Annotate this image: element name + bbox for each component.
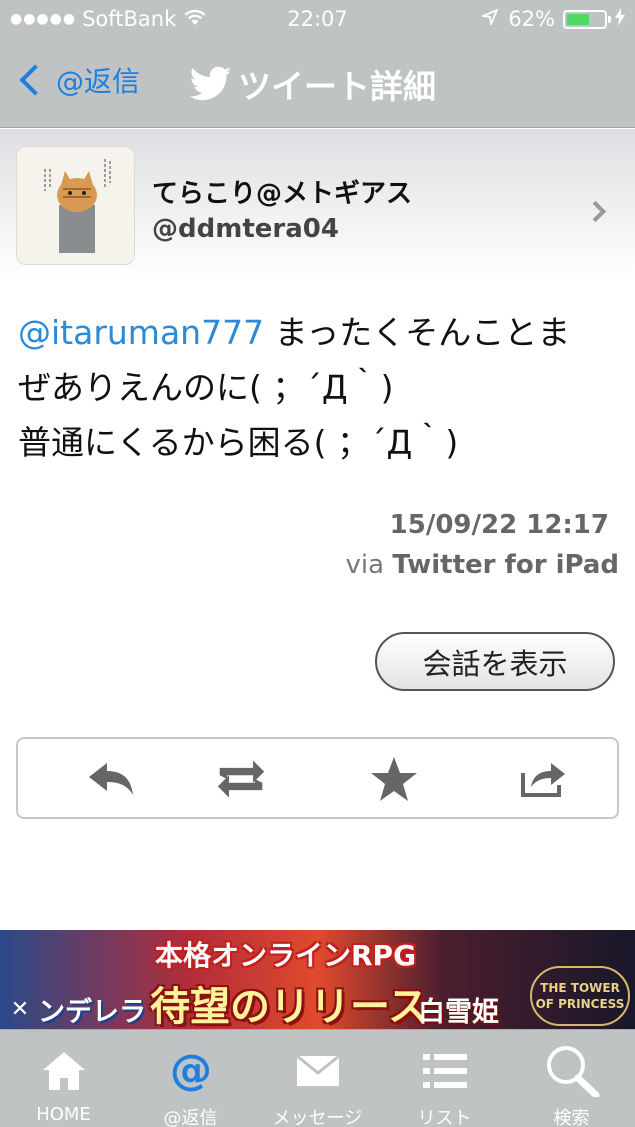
tweet-text-line-3: 普通にくるから困る( ；´Д｀) — [18, 423, 459, 462]
tweet-source: via Twitter for iPad — [346, 550, 619, 580]
tweet-text-line-1: まったくそんことま — [264, 313, 571, 352]
reply-button[interactable] — [86, 755, 136, 803]
share-icon — [521, 763, 565, 797]
tab-home[interactable]: HOME — [0, 1030, 127, 1127]
show-conversation-button[interactable]: 会話を表示 — [375, 632, 615, 691]
battery-info: 62% — [480, 7, 625, 31]
retweet-button[interactable] — [216, 755, 266, 803]
profile-handle: @ddmtera04 — [152, 214, 339, 244]
ad-headline: 本格オンラインRPG — [155, 939, 417, 972]
svg-text:@: @ — [170, 1048, 212, 1094]
battery-level — [567, 13, 590, 25]
mail-icon — [254, 1046, 381, 1096]
advertisement-banner[interactable]: 本格オンラインRPG 待望のリリース ンデレラ 白雪姫 THE TOWER OF… — [0, 930, 635, 1029]
list-icon — [381, 1046, 508, 1096]
chevron-left-icon — [19, 64, 51, 96]
tab-label: リスト — [417, 1108, 472, 1127]
charging-icon — [615, 8, 625, 30]
back-button[interactable]: @返信 — [14, 60, 140, 100]
share-button[interactable] — [518, 755, 568, 803]
location-icon — [480, 7, 500, 30]
favorite-icon — [371, 757, 417, 801]
search-icon — [508, 1046, 635, 1097]
profile-header[interactable]: てらこり@メトギアス @ddmtera04 — [0, 129, 635, 279]
tab-bar: HOME @ @返信 メッセージ リスト 検索 — [0, 1029, 635, 1127]
page-title-text: ツイート詳細 — [238, 67, 436, 106]
tab-replies[interactable]: @ @返信 — [127, 1030, 254, 1127]
reply-icon — [89, 763, 133, 795]
via-client[interactable]: Twitter for iPad — [392, 550, 619, 580]
home-icon — [0, 1046, 127, 1096]
ad-game-logo: THE TOWER OF PRINCESS — [530, 966, 630, 1026]
favorite-button[interactable] — [369, 755, 419, 803]
tweet-text: @itaruman777 まったくそんことま ぜありえんのに( ；´Д｀) 普通… — [18, 305, 618, 470]
close-icon[interactable]: ✕ — [8, 998, 32, 1022]
tweet-text-line-2: ぜありえんのに( ；´Д｀) — [18, 368, 394, 407]
tab-label: 検索 — [553, 1108, 590, 1127]
tweet-line-1: @itaruman777 まったくそんことま — [18, 305, 618, 360]
via-prefix: via — [345, 550, 393, 580]
ad-right-text: 白雪姫 — [418, 997, 499, 1028]
profile-name: てらこり@メトギアス — [152, 179, 413, 209]
tweet-timestamp: 15/09/22 12:17 — [389, 510, 609, 540]
twitter-bird-icon — [190, 66, 232, 101]
battery-percent: 62% — [508, 7, 555, 31]
ad-main-text: 待望のリリース — [150, 984, 428, 1029]
tab-lists[interactable]: リスト — [381, 1030, 508, 1127]
tab-search[interactable]: 検索 — [508, 1030, 635, 1127]
avatar[interactable] — [16, 146, 135, 265]
mention-link[interactable]: @itaruman777 — [18, 313, 264, 352]
back-button-label: @返信 — [56, 65, 141, 98]
status-bar: ●●●●● SoftBank 22:07 62% — [0, 0, 635, 42]
navigation-bar: @返信 ツイート詳細 — [0, 42, 635, 128]
page-title: ツイート詳細 — [190, 60, 436, 108]
ad-left-text: ンデレラ — [38, 997, 146, 1028]
tab-label: @返信 — [163, 1108, 218, 1127]
tab-messages[interactable]: メッセージ — [254, 1030, 381, 1127]
tab-label: メッセージ — [272, 1108, 363, 1127]
chevron-right-icon — [584, 200, 607, 223]
tab-label: HOME — [36, 1104, 91, 1125]
tweet-action-bar — [16, 737, 619, 819]
battery-icon — [563, 9, 611, 29]
cat-avatar-image — [17, 147, 134, 264]
retweet-icon — [217, 760, 265, 798]
at-icon: @ — [127, 1046, 254, 1096]
